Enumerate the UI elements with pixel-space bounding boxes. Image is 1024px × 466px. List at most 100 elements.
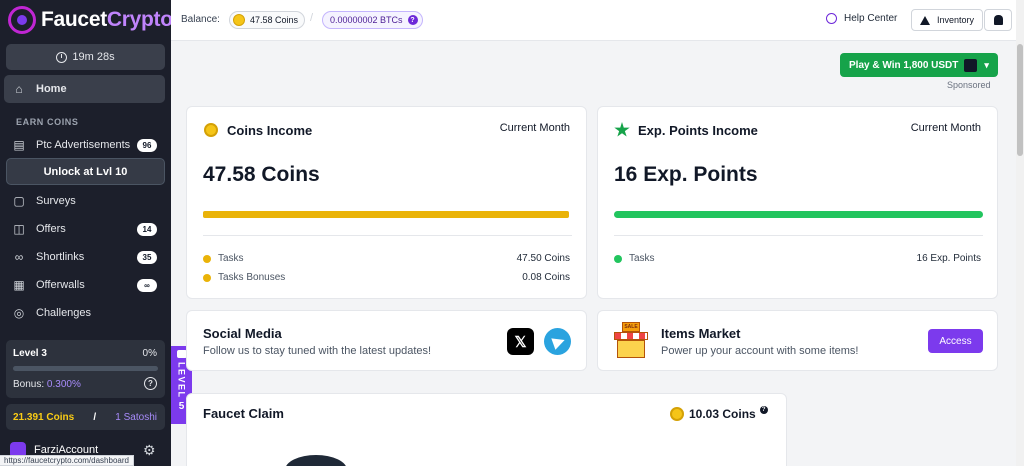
card-title: Exp. Points Income bbox=[638, 123, 758, 138]
inventory-button[interactable]: Inventory bbox=[911, 9, 983, 31]
coins-progress-fill bbox=[203, 211, 569, 218]
info-icon[interactable]: ? bbox=[759, 406, 768, 414]
access-button[interactable]: Access bbox=[928, 329, 983, 353]
social-media-card: Social Media Follow us to stay tuned wit… bbox=[186, 310, 587, 371]
sidebar-item-challenges[interactable]: ◎ Challenges bbox=[4, 299, 165, 327]
level-title: Level 3 bbox=[13, 348, 47, 359]
level-tab-label: LEVEL bbox=[176, 362, 187, 399]
coins-balance-pill[interactable]: 47.58 Coins bbox=[229, 11, 306, 29]
logo-icon bbox=[8, 6, 36, 34]
star-icon bbox=[614, 122, 630, 137]
document-icon: ▦ bbox=[13, 278, 25, 292]
level-progress-panel: Level 3 0% Bonus: 0.300% ? bbox=[6, 340, 165, 398]
coins-progress-track bbox=[203, 211, 569, 218]
sidebar-item-label: Ptc Advertisements bbox=[36, 139, 131, 151]
card-title: Social Media bbox=[203, 326, 282, 341]
count-badge: 14 bbox=[137, 223, 157, 236]
divider bbox=[203, 235, 572, 236]
card-title: Coins Income bbox=[227, 123, 313, 138]
balance-label: Balance: bbox=[181, 14, 220, 25]
help-icon[interactable]: ? bbox=[144, 377, 157, 390]
level-percent: 0% bbox=[142, 348, 157, 359]
globe-icon bbox=[826, 13, 837, 24]
sidebar-balance: 21.391 Coins / 1 Satoshi bbox=[6, 404, 165, 430]
legend-value: 47.50 Coins bbox=[516, 253, 570, 264]
target-icon: ◎ bbox=[13, 306, 25, 320]
sidebar-item-label: Challenges bbox=[36, 307, 92, 319]
telegram-icon[interactable] bbox=[544, 328, 571, 355]
count-badge: 96 bbox=[137, 139, 157, 152]
page-scrollbar[interactable] bbox=[1016, 0, 1024, 466]
sidebar-item-home[interactable]: ⌂ Home bbox=[4, 75, 165, 103]
ticket-icon: ◫ bbox=[13, 222, 25, 236]
exp-progress-fill bbox=[614, 211, 983, 218]
legend-item: Tasks bbox=[614, 253, 655, 264]
coin-icon bbox=[670, 407, 684, 421]
faucet-claim-card: Faucet Claim 10.03 Coins ? bbox=[186, 393, 787, 466]
coins-income-amount: 47.58 Coins bbox=[203, 163, 320, 186]
sidebar-item-label: Offerwalls bbox=[36, 279, 85, 291]
legend-dot bbox=[203, 273, 211, 282]
sidebar-item-label: Home bbox=[36, 83, 67, 95]
help-center-link[interactable]: Help Center bbox=[826, 13, 897, 24]
sidebar-item-label: Offers bbox=[36, 223, 66, 235]
sidebar-item-shortlinks[interactable]: ∞ Shortlinks 35 bbox=[4, 243, 165, 271]
satoshi-balance: 1 Satoshi bbox=[115, 411, 157, 423]
sidebar-item-ptc-advertisements[interactable]: ▤ Ptc Advertisements 96 bbox=[4, 131, 165, 159]
chevron-down-icon: ▾ bbox=[984, 59, 989, 70]
exp-points-income-card: Exp. Points Income Current Month 16 Exp.… bbox=[597, 106, 998, 299]
exp-progress-track bbox=[614, 211, 983, 218]
faucet-timer[interactable]: 19m 28s bbox=[6, 44, 165, 70]
coins-balance: 21.391 Coins bbox=[13, 411, 75, 423]
scrollbar-thumb[interactable] bbox=[1017, 44, 1023, 156]
card-period: Current Month bbox=[910, 122, 981, 134]
brand-logo[interactable]: FaucetCrypto bbox=[8, 6, 173, 34]
coin-icon bbox=[204, 123, 218, 137]
card-period: Current Month bbox=[499, 122, 570, 134]
claim-amount: 10.03 Coins ? bbox=[670, 406, 768, 421]
browser-status-bar: https://faucetcrypto.com/dashboard bbox=[0, 455, 134, 466]
btc-balance-pill[interactable]: 0.00000002 BTCs ? bbox=[322, 11, 423, 29]
balance-separator: / bbox=[93, 411, 97, 423]
exp-income-amount: 16 Exp. Points bbox=[614, 163, 758, 186]
notifications-button[interactable] bbox=[984, 9, 1012, 31]
legend-item: Tasks Bonuses bbox=[203, 272, 285, 283]
legend-dot bbox=[614, 254, 622, 263]
sidebar: FaucetCrypto 19m 28s ⌂ Home EARN COINS ▤… bbox=[0, 0, 173, 466]
store-icon: SALE bbox=[614, 322, 648, 358]
section-label-earn-coins: EARN COINS bbox=[16, 117, 79, 127]
sidebar-item-label: Surveys bbox=[36, 195, 76, 207]
play-and-win-button[interactable]: Play & Win 1,800 USDT ▾ bbox=[840, 53, 998, 77]
home-icon: ⌂ bbox=[15, 82, 23, 96]
timer-value: 19m 28s bbox=[72, 51, 115, 63]
sidebar-item-surveys[interactable]: ▢ Surveys bbox=[4, 187, 165, 215]
chat-icon: ▢ bbox=[13, 194, 25, 208]
balance-separator: / bbox=[310, 12, 314, 24]
legend-value: 16 Exp. Points bbox=[916, 253, 981, 264]
legend-dot bbox=[203, 254, 211, 263]
brand-name: FaucetCrypto bbox=[41, 8, 173, 31]
chat-bubble-icon bbox=[176, 350, 187, 358]
items-market-card: SALE Items Market Power up your account … bbox=[597, 310, 998, 371]
level-progress-bar bbox=[13, 366, 158, 371]
legend-item: Tasks bbox=[203, 253, 244, 264]
link-icon: ∞ bbox=[14, 250, 24, 264]
sponsor-logo-icon bbox=[964, 58, 978, 72]
coins-income-card: Coins Income Current Month 47.58 Coins T… bbox=[186, 106, 587, 299]
count-badge: 35 bbox=[137, 251, 157, 264]
clock-icon bbox=[56, 51, 68, 63]
sidebar-item-offers[interactable]: ◫ Offers 14 bbox=[4, 215, 165, 243]
flask-icon bbox=[920, 15, 930, 25]
sponsored-label: Sponsored bbox=[947, 80, 991, 90]
legend-value: 0.08 Coins bbox=[522, 272, 570, 283]
card-description: Follow us to stay tuned with the latest … bbox=[203, 345, 432, 357]
locked-item-overlay: Unlock at Lvl 10 bbox=[6, 158, 165, 185]
sidebar-item-label: Shortlinks bbox=[36, 251, 85, 263]
level-tab-number: 5 bbox=[178, 400, 185, 412]
unlock-label: Unlock at Lvl 10 bbox=[43, 165, 128, 178]
card-description: Power up your account with some items! bbox=[661, 345, 859, 357]
x-twitter-icon[interactable]: 𝕏 bbox=[507, 328, 534, 355]
gear-icon[interactable]: ⚙ bbox=[143, 442, 156, 459]
sidebar-item-offerwalls[interactable]: ▦ Offerwalls ∞ bbox=[4, 271, 165, 299]
bell-icon bbox=[993, 15, 1003, 25]
